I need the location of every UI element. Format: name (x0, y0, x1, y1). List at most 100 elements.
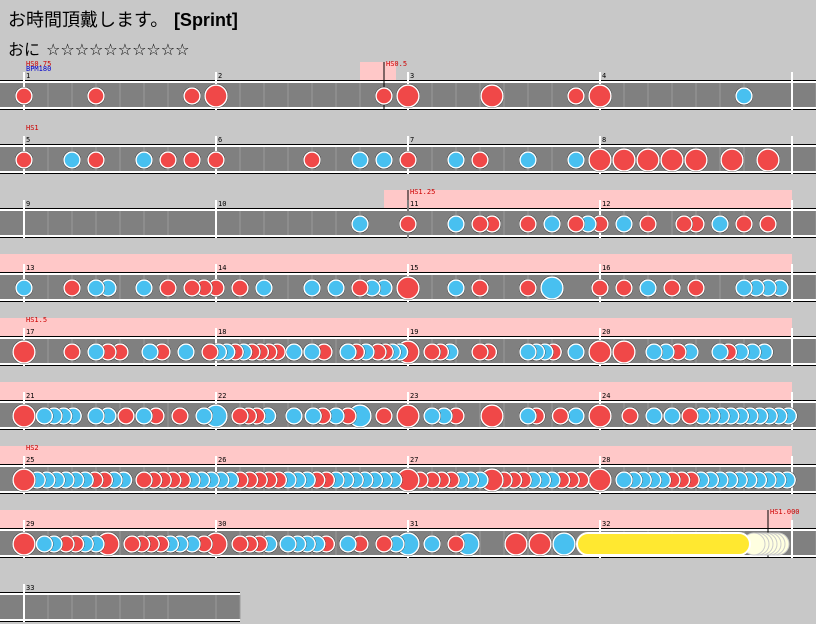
ka-note (711, 343, 729, 361)
measure-number: 6 (218, 136, 222, 144)
don-note (159, 279, 177, 297)
ka-note (645, 343, 663, 361)
measure-number: 26 (218, 456, 226, 464)
don-note (567, 215, 585, 233)
ka-note (35, 535, 54, 553)
don-note (612, 148, 636, 172)
measure-number: 8 (602, 136, 606, 144)
ka-note (375, 151, 393, 169)
ka-note (339, 535, 357, 553)
don-note (621, 407, 639, 425)
ka-note (735, 279, 753, 297)
ka-note (645, 407, 663, 425)
ka-note (639, 279, 657, 297)
don-note (567, 87, 585, 105)
ka-note (141, 343, 159, 361)
don-note (636, 148, 660, 172)
ka-note (567, 407, 585, 425)
ka-note (285, 407, 303, 425)
measure-number: 28 (602, 456, 610, 464)
measure-number: 4 (602, 72, 606, 80)
ka-note (304, 407, 322, 425)
ka-note (87, 343, 105, 361)
don-note (504, 532, 528, 556)
don-note (447, 535, 465, 553)
don-note (480, 404, 504, 428)
ka-note (87, 279, 105, 297)
don-note (396, 84, 420, 108)
don-note (519, 279, 537, 297)
don-note (480, 84, 504, 108)
ka-note (351, 215, 369, 233)
ka-note (135, 151, 153, 169)
don-note (375, 407, 393, 425)
don-note (231, 279, 249, 297)
measure-number: 22 (218, 392, 226, 400)
don-note (375, 535, 393, 553)
don-note (588, 148, 612, 172)
speed-annotation: HS1 (26, 124, 39, 132)
don-note (12, 468, 36, 492)
ka-note (663, 407, 681, 425)
don-note (135, 471, 153, 489)
don-note (12, 340, 36, 364)
ka-note (303, 343, 321, 361)
don-note (588, 404, 612, 428)
don-note (759, 215, 777, 233)
speed-highlight (0, 382, 792, 400)
don-note (735, 215, 753, 233)
measure-number: 13 (26, 264, 34, 272)
don-note (588, 340, 612, 364)
ka-note (567, 151, 585, 169)
don-note (15, 87, 33, 105)
don-note (471, 215, 489, 233)
speed-annotation: BPM180 (26, 65, 51, 73)
ka-note (177, 343, 195, 361)
ka-note (447, 215, 465, 233)
don-note (687, 279, 705, 297)
ka-note (447, 151, 465, 169)
don-note (528, 532, 552, 556)
ka-note (63, 151, 81, 169)
don-note (183, 151, 201, 169)
measure-number: 21 (26, 392, 34, 400)
ka-note (447, 279, 465, 297)
ka-note (87, 407, 105, 425)
ka-note (351, 151, 369, 169)
measure-number: 32 (602, 520, 610, 528)
don-note (171, 407, 189, 425)
don-note (612, 340, 636, 364)
speed-annotation: HS1.25 (410, 188, 435, 196)
don-note (375, 87, 393, 105)
ka-note (519, 151, 537, 169)
don-note (15, 151, 33, 169)
don-note (471, 343, 489, 361)
measure-number: 16 (602, 264, 610, 272)
ka-note (735, 87, 753, 105)
don-note (720, 148, 744, 172)
speed-highlight (0, 446, 792, 464)
don-note (399, 151, 417, 169)
don-note (117, 407, 135, 425)
don-note (423, 343, 441, 361)
measure-number: 3 (410, 72, 414, 80)
measure-number: 27 (410, 456, 418, 464)
speed-highlight (384, 190, 792, 208)
don-note (63, 279, 81, 297)
don-note (63, 343, 81, 361)
ka-note (339, 343, 357, 361)
ka-note (615, 215, 633, 233)
ka-note (540, 276, 564, 300)
measure-number: 29 (26, 520, 34, 528)
measure-number: 11 (410, 200, 418, 208)
don-note (663, 279, 681, 297)
ka-note (519, 407, 537, 425)
ka-note (303, 279, 321, 297)
don-note (123, 535, 141, 553)
don-note (183, 87, 201, 105)
don-note (615, 279, 633, 297)
speed-highlight (0, 318, 792, 336)
ka-note (567, 343, 585, 361)
don-note (591, 279, 609, 297)
measure-number: 31 (410, 520, 418, 528)
